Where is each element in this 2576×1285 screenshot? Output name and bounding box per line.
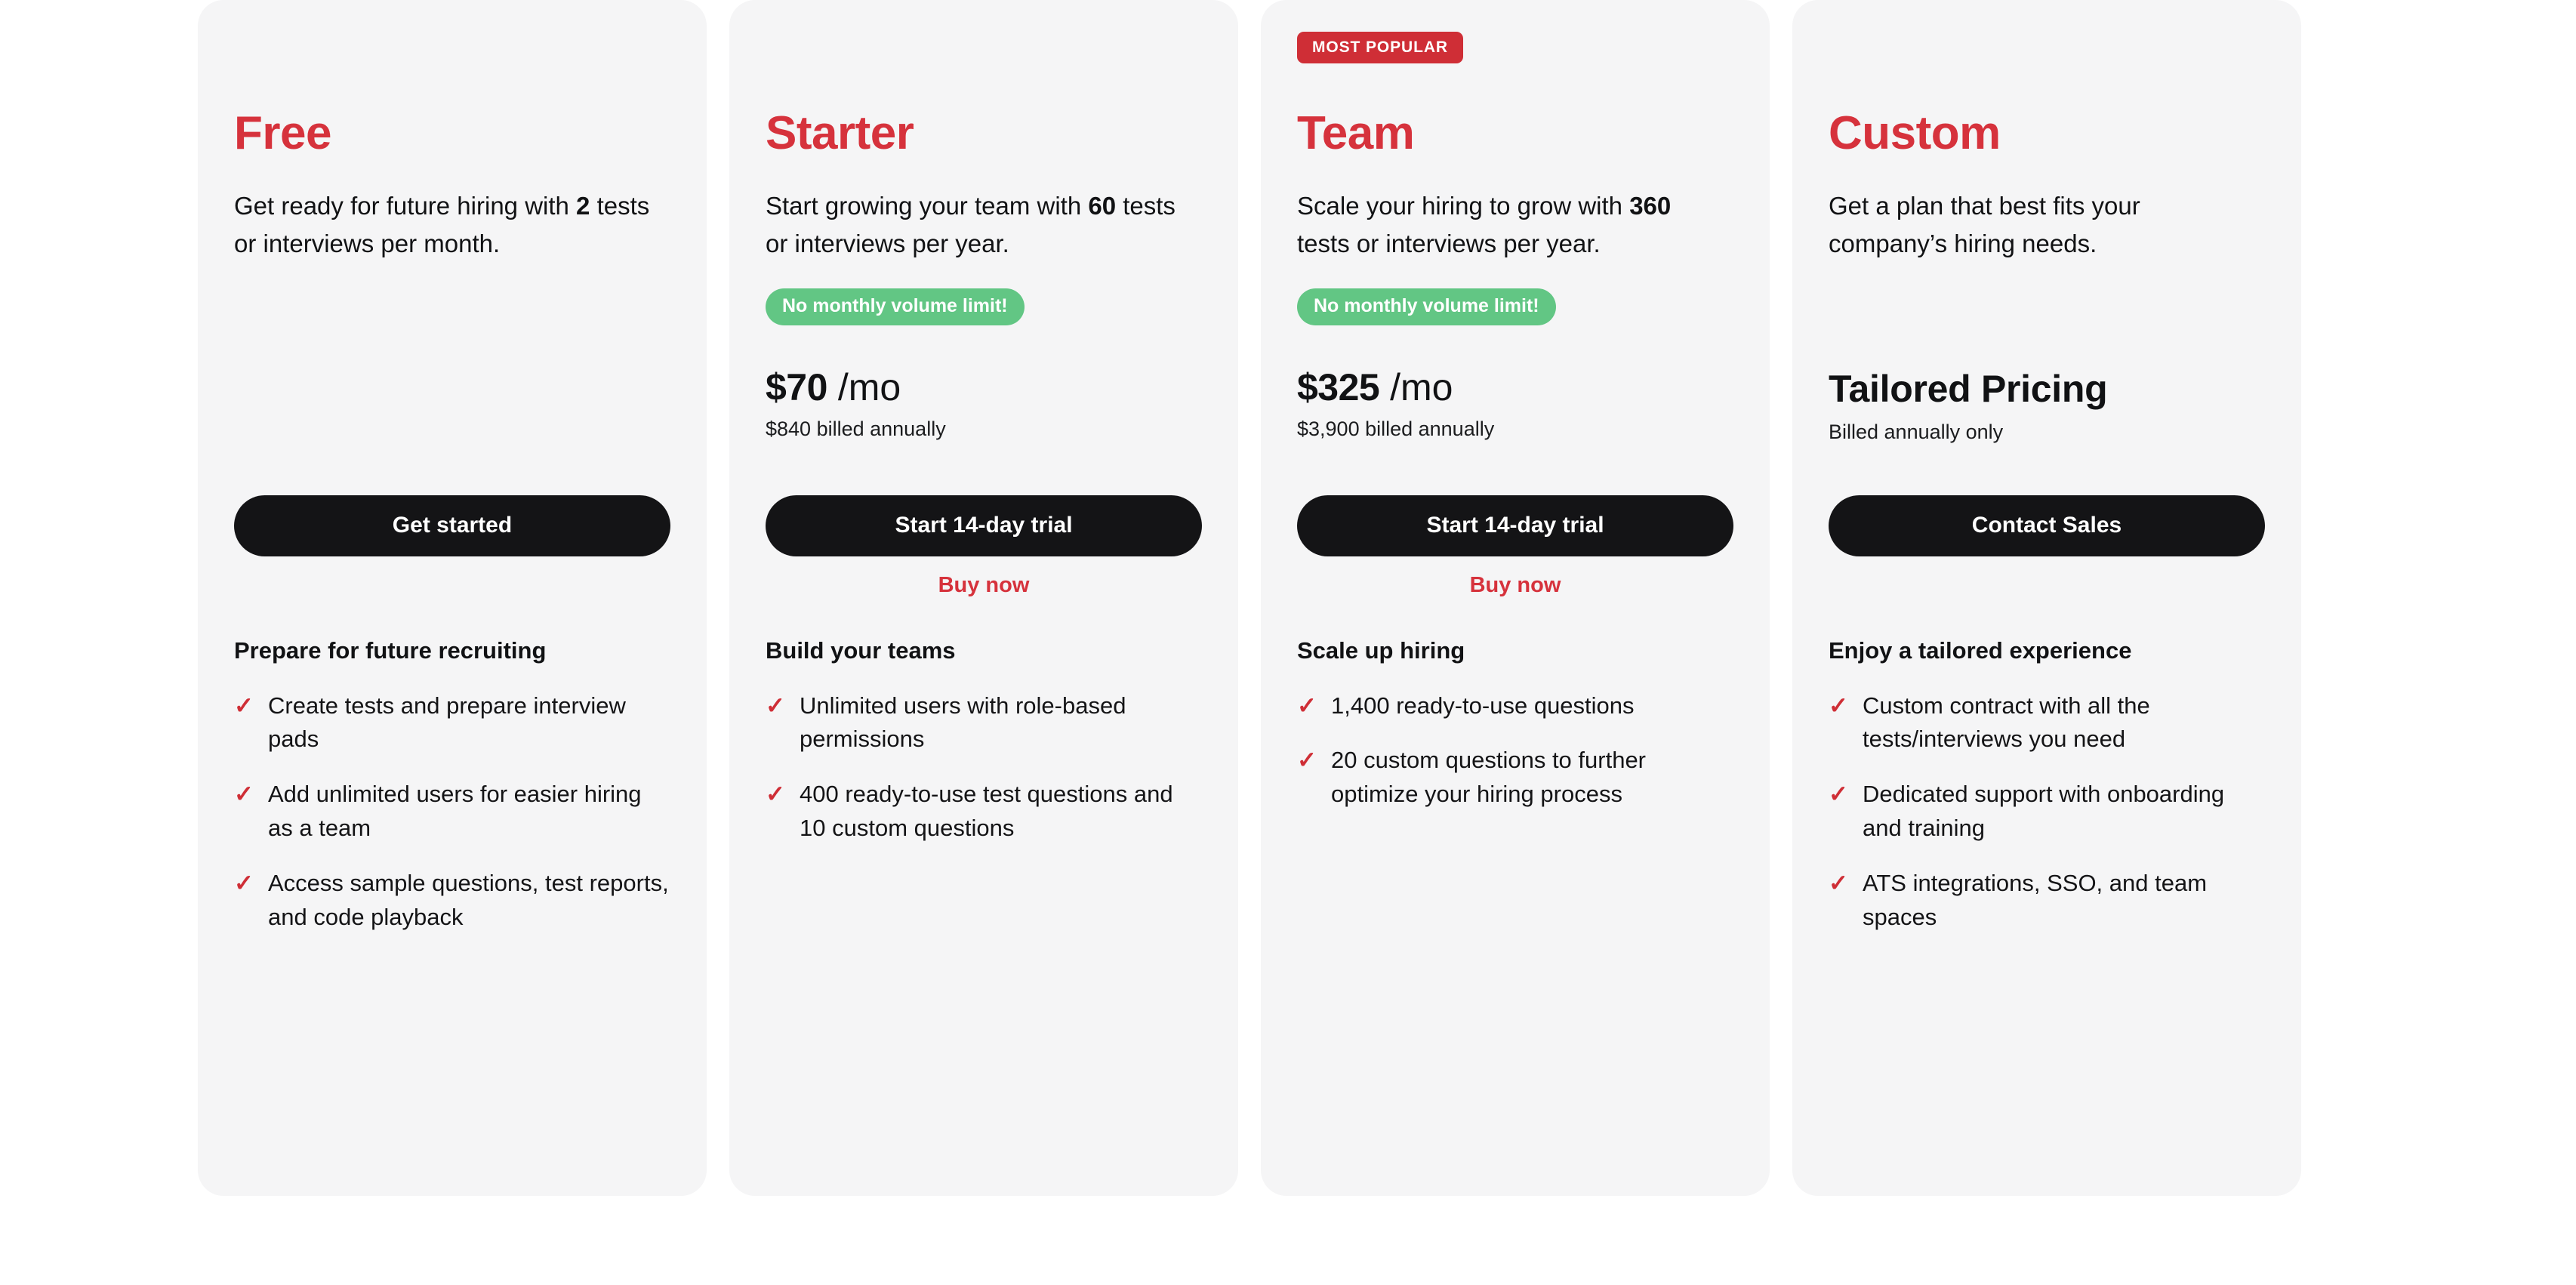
- buy-now-link[interactable]: Buy now: [1470, 573, 1561, 597]
- plan-cta-button[interactable]: Get started: [234, 495, 670, 557]
- features-section: Enjoy a tailored experience ✓ Custom contr…: [1829, 636, 2265, 956]
- cta-wrapper: Start 14-day trial: [1297, 495, 1733, 557]
- volume-pill-row: No monthly volume limit!: [1297, 288, 1733, 331]
- secondary-link-row: [1829, 573, 2265, 620]
- check-icon: ✓: [1829, 870, 1848, 897]
- feature-item: ✓ Unlimited users with role-based permiss…: [766, 689, 1202, 757]
- billing-note: $3,900 billed annually: [1297, 418, 1495, 441]
- plan-description-pre: Get ready for future hiring with: [234, 192, 577, 220]
- feature-item: ✓ 20 custom questions to further optimize…: [1297, 744, 1733, 812]
- check-icon: ✓: [234, 870, 254, 897]
- check-icon: ✓: [1829, 781, 1848, 808]
- plan-card-free: Free Get ready for future hiring with 2 t…: [198, 0, 707, 1196]
- plan-card-team: MOST POPULAR Team Scale your hiring to gro…: [1261, 0, 1770, 1196]
- billing-note: Billed annually only: [1829, 421, 2004, 444]
- feature-item: ✓ Access sample questions, test reports, …: [234, 867, 670, 935]
- feature-text: Create tests and prepare interview pads: [268, 692, 626, 753]
- plan-description-pre: Scale your hiring to grow with: [1297, 192, 1630, 220]
- feature-item: ✓ Add unlimited users for easier hiring a…: [234, 778, 670, 846]
- cta-wrapper: Contact Sales: [1829, 495, 2265, 557]
- features-title: Prepare for future recruiting: [234, 637, 547, 664]
- price-line: $325 /mo: [1297, 367, 1733, 408]
- check-icon: ✓: [1829, 692, 1848, 719]
- feature-item: ✓ 1,400 ready-to-use questions: [1297, 689, 1733, 723]
- cta-wrapper: Start 14-day trial: [766, 495, 1202, 557]
- price-tailored: Tailored Pricing: [1829, 368, 2108, 411]
- plan-cta-button[interactable]: Start 14-day trial: [1297, 495, 1733, 557]
- price-line: $70 /mo: [766, 367, 1202, 408]
- price-period: /mo: [1379, 366, 1453, 409]
- plan-title: Free: [234, 107, 331, 159]
- plan-description-post: tests or interviews per year.: [1297, 230, 1601, 258]
- plan-cta-button[interactable]: Contact Sales: [1829, 495, 2265, 557]
- cta-wrapper: Get started: [234, 495, 670, 557]
- feature-list: ✓ Unlimited users with role-based permiss…: [766, 689, 1202, 846]
- feature-text: Custom contract with all the tests/inter…: [1863, 692, 2150, 753]
- check-icon: ✓: [1297, 692, 1317, 719]
- price-block: $70 /mo $840 billed annually: [766, 367, 1202, 456]
- price-amount: $70: [766, 366, 827, 409]
- check-icon: ✓: [234, 781, 254, 808]
- features-title: Scale up hiring: [1297, 637, 1465, 664]
- secondary-link-row: [234, 573, 670, 620]
- feature-text: Dedicated support with onboarding and tr…: [1863, 781, 2225, 842]
- pricing-plans-grid: Free Get ready for future hiring with 2 t…: [0, 0, 2576, 1285]
- most-popular-badge: MOST POPULAR: [1297, 32, 1463, 63]
- price-block: Tailored Pricing Billed annually only: [1829, 367, 2265, 456]
- features-title: Build your teams: [766, 637, 956, 664]
- plan-card-starter: Starter Start growing your team with 60 t…: [729, 0, 1238, 1196]
- price-period: /mo: [827, 366, 901, 409]
- plan-description-pre: Get a plan that best fits your company’s…: [1829, 192, 2140, 258]
- plan-description: Get ready for future hiring with 2 tests…: [234, 187, 664, 263]
- check-icon: ✓: [766, 692, 785, 719]
- feature-text: Unlimited users with role-based permissi…: [800, 692, 1126, 753]
- feature-text: ATS integrations, SSO, and team spaces: [1863, 870, 2208, 931]
- feature-list: ✓ Create tests and prepare interview pads…: [234, 689, 670, 935]
- features-section: Build your teams ✓ Unlimited users with ro…: [766, 636, 1202, 867]
- buy-now-link[interactable]: Buy now: [938, 573, 1030, 597]
- feature-text: Add unlimited users for easier hiring as…: [268, 781, 642, 842]
- features-section: Scale up hiring ✓ 1,400 ready-to-use quest…: [1297, 636, 1733, 833]
- plan-description-highlight: 360: [1629, 192, 1672, 220]
- check-icon: ✓: [234, 692, 254, 719]
- plan-title: Starter: [766, 107, 914, 159]
- feature-list: ✓ Custom contract with all the tests/inte…: [1829, 689, 2265, 935]
- volume-limit-pill: No monthly volume limit!: [766, 288, 1025, 326]
- feature-item: ✓ ATS integrations, SSO, and team spaces: [1829, 867, 2265, 935]
- plan-title: Team: [1297, 107, 1415, 159]
- volume-pill-row: [1829, 288, 2265, 331]
- plan-card-custom: Custom Get a plan that best fits your com…: [1792, 0, 2301, 1196]
- price-block: [234, 367, 670, 456]
- feature-list: ✓ 1,400 ready-to-use questions ✓ 20 custom …: [1297, 689, 1733, 812]
- plan-description-pre: Start growing your team with: [766, 192, 1089, 220]
- plan-description: Start growing your team with 60 tests or…: [766, 187, 1196, 263]
- plan-title: Custom: [1829, 107, 2001, 159]
- check-icon: ✓: [766, 781, 785, 808]
- feature-text: 1,400 ready-to-use questions: [1331, 692, 1635, 719]
- feature-item: ✓ Custom contract with all the tests/inte…: [1829, 689, 2265, 757]
- features-title: Enjoy a tailored experience: [1829, 637, 2132, 664]
- secondary-link-row: Buy now: [1297, 573, 1733, 620]
- feature-item: ✓ Create tests and prepare interview pads: [234, 689, 670, 757]
- feature-item: ✓ Dedicated support with onboarding and t…: [1829, 778, 2265, 846]
- check-icon: ✓: [1297, 747, 1317, 774]
- feature-item: ✓ 400 ready-to-use test questions and 10 …: [766, 778, 1202, 846]
- plan-description-highlight: 2: [576, 192, 590, 220]
- feature-text: 20 custom questions to further optimize …: [1331, 747, 1647, 808]
- price-block: $325 /mo $3,900 billed annually: [1297, 367, 1733, 456]
- price-amount: $325: [1297, 366, 1380, 409]
- secondary-link-row: Buy now: [766, 573, 1202, 620]
- billing-note: $840 billed annually: [766, 418, 946, 441]
- plan-description: Get a plan that best fits your company’s…: [1829, 187, 2259, 263]
- plan-description-highlight: 60: [1088, 192, 1117, 220]
- feature-text: 400 ready-to-use test questions and 10 c…: [800, 781, 1173, 842]
- features-section: Prepare for future recruiting ✓ Create tes…: [234, 636, 670, 956]
- plan-description: Scale your hiring to grow with 360 tests…: [1297, 187, 1727, 263]
- plan-cta-button[interactable]: Start 14-day trial: [766, 495, 1202, 557]
- volume-pill-row: No monthly volume limit!: [766, 288, 1202, 331]
- volume-pill-row: [234, 288, 670, 331]
- feature-text: Access sample questions, test reports, a…: [268, 870, 669, 931]
- volume-limit-pill: No monthly volume limit!: [1297, 288, 1556, 326]
